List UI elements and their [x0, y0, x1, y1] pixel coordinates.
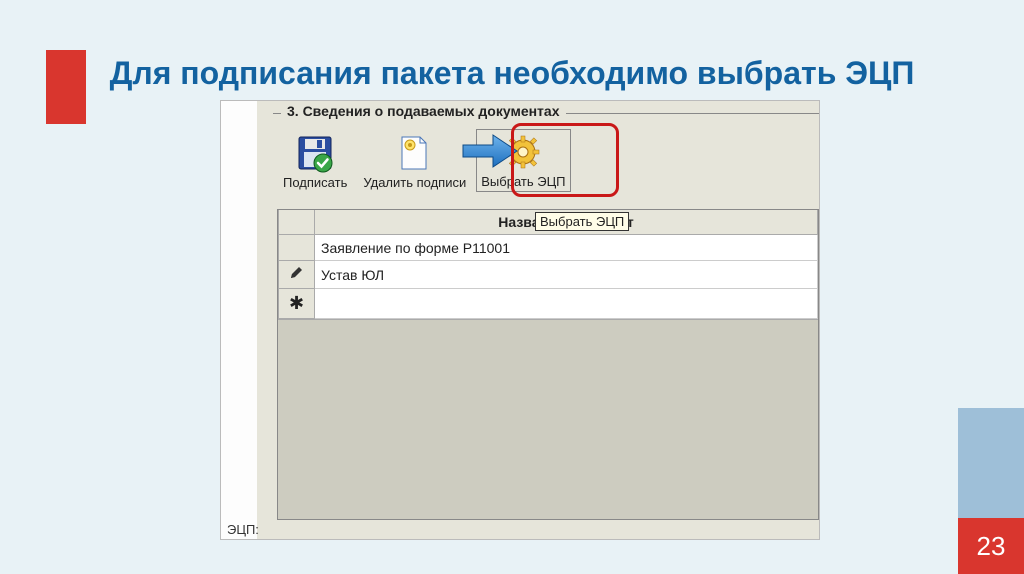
grid-rowhead-header: [279, 210, 315, 235]
pencil-icon: [289, 265, 305, 281]
footer-ecp-label: ЭЦП:: [227, 522, 259, 537]
sign-button-label: Подписать: [283, 175, 347, 190]
documents-grid: Название документ Заявление по форме Р11…: [277, 209, 819, 520]
page-delete-icon: [396, 133, 434, 173]
doc-name-cell[interactable]: Устав ЮЛ: [315, 261, 818, 289]
app-window: 3. Сведения о подаваемых документах Подп…: [220, 100, 820, 540]
doc-name-cell[interactable]: [315, 289, 818, 319]
table-row[interactable]: Заявление по форме Р11001: [279, 235, 818, 261]
fieldset-title: 3. Сведения о подаваемых документах: [281, 103, 566, 119]
row-marker-pencil: [279, 261, 315, 289]
page-number-shadow: [958, 408, 1024, 518]
delete-signatures-label: Удалить подписи: [363, 175, 466, 190]
delete-signatures-button[interactable]: Удалить подписи: [357, 129, 472, 194]
table-row[interactable]: ✱: [279, 289, 818, 319]
table-row[interactable]: Устав ЮЛ: [279, 261, 818, 289]
slide-title: Для подписания пакета необходимо выбрать…: [0, 55, 1024, 92]
select-ecp-label: Выбрать ЭЦП: [481, 174, 565, 189]
doc-name-cell[interactable]: Заявление по форме Р11001: [315, 235, 818, 261]
floppy-save-icon: [295, 133, 335, 173]
gear-gold-icon: [505, 132, 541, 172]
tooltip: Выбрать ЭЦП: [535, 212, 629, 231]
page-number: 23: [958, 518, 1024, 574]
app-panel: 3. Сведения о подаваемых документах Подп…: [257, 101, 819, 539]
grid-empty-area: [278, 319, 818, 519]
toolbar: Подписать Удалить подписи: [277, 129, 571, 194]
sign-button[interactable]: Подписать: [277, 129, 353, 194]
row-marker: [279, 235, 315, 261]
select-ecp-button[interactable]: Выбрать ЭЦП: [476, 129, 570, 192]
row-marker-star: ✱: [279, 289, 315, 319]
